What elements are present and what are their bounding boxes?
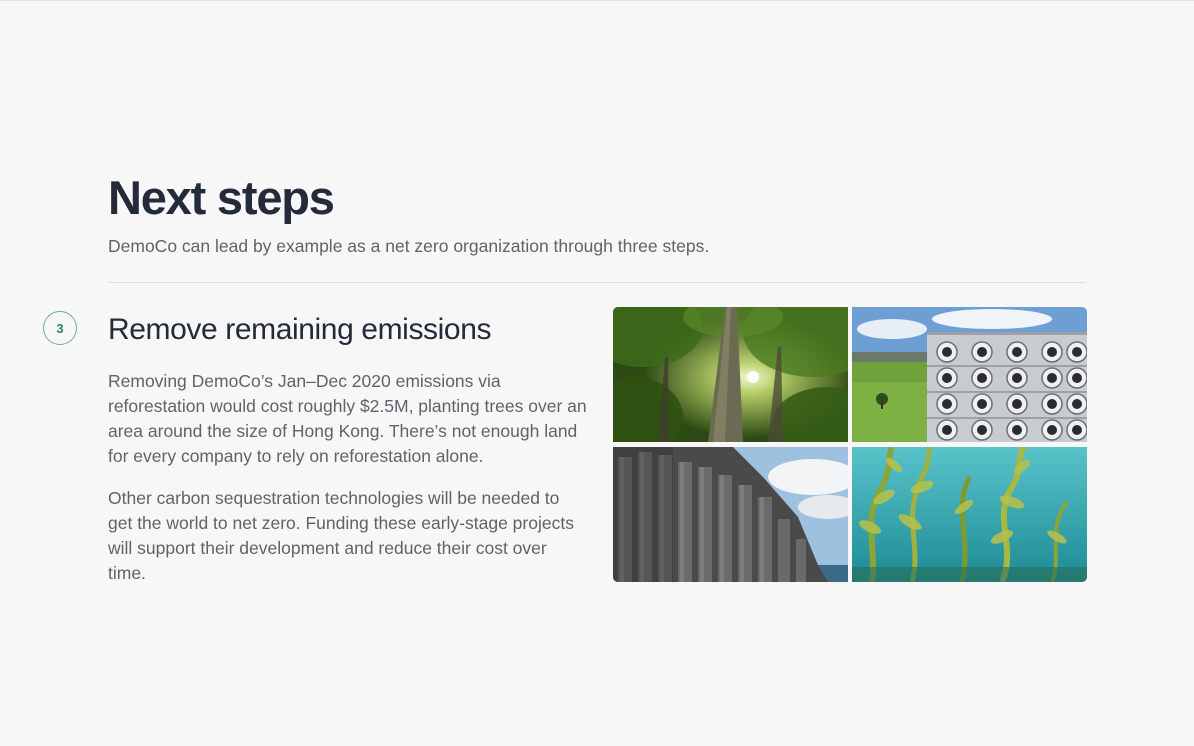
basalt-columns-image: [613, 447, 848, 582]
step-number-badge: 3: [43, 311, 77, 345]
section-divider: [108, 282, 1086, 283]
direct-air-capture-image: [852, 307, 1087, 442]
image-grid: [613, 307, 1087, 582]
step-heading: Remove remaining emissions: [108, 313, 492, 346]
step-paragraph-technologies: Other carbon sequestration technologies …: [108, 488, 574, 583]
page-title: Next steps: [108, 171, 335, 224]
kelp-forest-image: [852, 447, 1087, 582]
forest-canopy-image: [613, 307, 848, 442]
step-paragraph-reforestation: Removing DemoCo’s Jan–Dec 2020 emissions…: [108, 371, 587, 466]
page-subtitle: DemoCo can lead by example as a net zero…: [108, 236, 710, 256]
next-steps-page: Next steps DemoCo can lead by example as…: [0, 0, 1194, 746]
